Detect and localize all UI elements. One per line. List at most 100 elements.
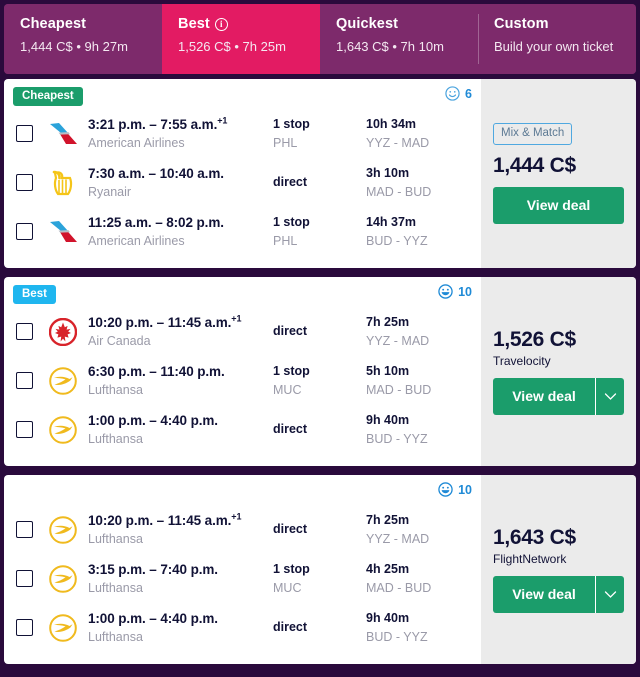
leg-duration-value: 7h 25m [366, 314, 410, 329]
flight-leg-row: 11:25 a.m. – 8:02 p.m. American Airlines 1… [4, 207, 481, 256]
leg-times: 1:00 p.m. – 4:40 p.m. Lufthansa [88, 610, 273, 646]
tab-best[interactable]: Best 1,526 C$ • 7h 25m [162, 4, 320, 74]
tab-subtitle: 1,444 C$ • 9h 27m [20, 39, 128, 54]
score-badge[interactable]: 10 [438, 482, 472, 497]
leg-checkbox[interactable] [16, 570, 33, 587]
leg-stops-count: direct [273, 175, 308, 189]
leg-checkbox[interactable] [16, 125, 33, 142]
leg-stops-count: direct [273, 620, 308, 634]
tab-quickest[interactable]: Quickest 1,643 C$ • 7h 10m [320, 4, 478, 74]
flight-leg-row: 10:20 p.m. – 11:45 a.m.+1 Lufthansa direct… [4, 505, 481, 554]
leg-time-range: 10:20 p.m. – 11:45 a.m.+1 [88, 512, 273, 529]
view-deal-button[interactable]: View deal [493, 187, 624, 224]
tab-label: Quickest [336, 16, 399, 32]
grinning-smiley-icon [438, 284, 453, 299]
leg-checkbox[interactable] [16, 619, 33, 636]
itinerary-details: Best 10 10:20 p.m. – 11:45 a.m.+1 Air Canad… [4, 277, 481, 466]
price-panel: Mix & Match 1,444 C$ View deal [481, 79, 636, 268]
provider-name: Travelocity [493, 354, 551, 368]
leg-time-range: 6:30 p.m. – 11:40 p.m. [88, 363, 273, 380]
leg-duration-value: 14h 37m [366, 214, 417, 229]
leg-checkbox[interactable] [16, 174, 33, 191]
leg-carrier-name: Lufthansa [88, 382, 143, 397]
leg-stops-count: 1 stop [273, 214, 310, 229]
leg-stops: direct [273, 521, 366, 538]
leg-checkbox[interactable] [16, 421, 33, 438]
leg-carrier-name: Lufthansa [88, 580, 143, 595]
plus-day-indicator: +1 [231, 511, 242, 521]
leg-times: 10:20 p.m. – 11:45 a.m.+1 Air Canada [88, 314, 273, 350]
leg-time-text: 7:30 a.m. – 10:40 a.m. [88, 165, 224, 181]
leg-checkbox[interactable] [16, 521, 33, 538]
leg-duration-value: 7h 25m [366, 512, 410, 527]
chevron-down-icon[interactable] [595, 378, 624, 415]
view-deal-button[interactable]: View deal [493, 378, 595, 415]
leg-stops-count: 1 stop [273, 116, 310, 131]
status-badge: Best [13, 285, 56, 304]
leg-stops: direct [273, 323, 366, 340]
leg-duration-value: 3h 10m [366, 165, 410, 180]
flight-leg-list: 10:20 p.m. – 11:45 a.m.+1 Air Canada direc… [4, 305, 481, 466]
leg-route: MAD - BUD [366, 580, 432, 595]
leg-time-text: 10:20 p.m. – 11:45 a.m. [88, 512, 232, 528]
leg-stops: direct [273, 421, 366, 438]
leg-checkbox[interactable] [16, 372, 33, 389]
mix-and-match-badge[interactable]: Mix & Match [493, 123, 573, 145]
leg-duration: 7h 25m YYZ - MAD [366, 512, 481, 548]
leg-route: MAD - BUD [366, 184, 432, 199]
leg-stops: 1 stop MUC [273, 363, 366, 399]
leg-duration: 9h 40m BUD - YYZ [366, 412, 481, 448]
tab-cheapest[interactable]: Cheapest 1,444 C$ • 9h 27m [4, 4, 162, 74]
leg-route: YYZ - MAD [366, 531, 430, 546]
american-airlines-logo [42, 219, 84, 245]
itinerary-details: 10 10:20 p.m. – 11:45 a.m.+1 Lufthansa dire… [4, 475, 481, 664]
leg-duration: 5h 10m MAD - BUD [366, 363, 481, 399]
tab-title: Quickest [336, 15, 478, 34]
leg-times: 7:30 a.m. – 10:40 a.m. Ryanair [88, 165, 273, 201]
tab-label: Custom [494, 16, 549, 32]
leg-times: 11:25 a.m. – 8:02 p.m. American Airlines [88, 214, 273, 250]
leg-time-range: 3:15 p.m. – 7:40 p.m. [88, 561, 273, 578]
leg-stop-airport: MUC [273, 580, 302, 595]
info-icon[interactable] [214, 18, 228, 31]
tab-subtitle: 1,643 C$ • 7h 10m [336, 39, 444, 54]
leg-carrier-name: American Airlines [88, 135, 185, 150]
flight-leg-row: 10:20 p.m. – 11:45 a.m.+1 Air Canada direc… [4, 307, 481, 356]
itinerary-card: 10 10:20 p.m. – 11:45 a.m.+1 Lufthansa dire… [4, 475, 636, 664]
leg-duration-value: 9h 40m [366, 610, 410, 625]
score-badge[interactable]: 6 [445, 86, 472, 101]
flight-leg-row: 6:30 p.m. – 11:40 p.m. Lufthansa 1 stop MUC… [4, 356, 481, 405]
tab-subtitle: Build your own ticket [494, 39, 614, 54]
flight-leg-row: 3:21 p.m. – 7:55 a.m.+1 American Airlines… [4, 109, 481, 158]
leg-time-range: 10:20 p.m. – 11:45 a.m.+1 [88, 314, 273, 331]
tab-label: Best [178, 16, 210, 32]
price-value: 1,526 C$ [493, 328, 576, 351]
leg-duration: 4h 25m MAD - BUD [366, 561, 481, 597]
tab-label: Cheapest [20, 16, 87, 32]
lufthansa-logo [42, 564, 84, 593]
price-panel: 1,526 C$ Travelocity View deal [481, 277, 636, 466]
leg-checkbox[interactable] [16, 323, 33, 340]
tab-title: Cheapest [20, 15, 162, 34]
leg-route: MAD - BUD [366, 382, 432, 397]
flight-leg-list: 3:21 p.m. – 7:55 a.m.+1 American Airlines… [4, 107, 481, 268]
leg-duration-value: 4h 25m [366, 561, 410, 576]
flight-leg-row: 7:30 a.m. – 10:40 a.m. Ryanair direct 3h 10… [4, 158, 481, 207]
score-badge[interactable]: 10 [438, 284, 472, 299]
leg-route: BUD - YYZ [366, 233, 428, 248]
leg-stop-airport: PHL [273, 135, 298, 150]
chevron-down-icon[interactable] [595, 576, 624, 613]
price-panel: 1,643 C$ FlightNetwork View deal [481, 475, 636, 664]
leg-checkbox[interactable] [16, 223, 33, 240]
leg-stops: direct [273, 174, 366, 191]
lufthansa-logo [42, 613, 84, 642]
sort-tab-bar: Cheapest 1,444 C$ • 9h 27m Best 1,526 C$ • … [4, 4, 636, 74]
leg-carrier-name: Air Canada [88, 333, 151, 348]
leg-duration-value: 10h 34m [366, 116, 417, 131]
view-deal-button[interactable]: View deal [493, 576, 595, 613]
leg-stop-airport: PHL [273, 233, 298, 248]
tab-custom[interactable]: Custom Build your own ticket [478, 4, 636, 74]
leg-stops: 1 stop PHL [273, 116, 366, 152]
leg-time-range: 1:00 p.m. – 4:40 p.m. [88, 610, 273, 627]
leg-duration-value: 5h 10m [366, 363, 410, 378]
